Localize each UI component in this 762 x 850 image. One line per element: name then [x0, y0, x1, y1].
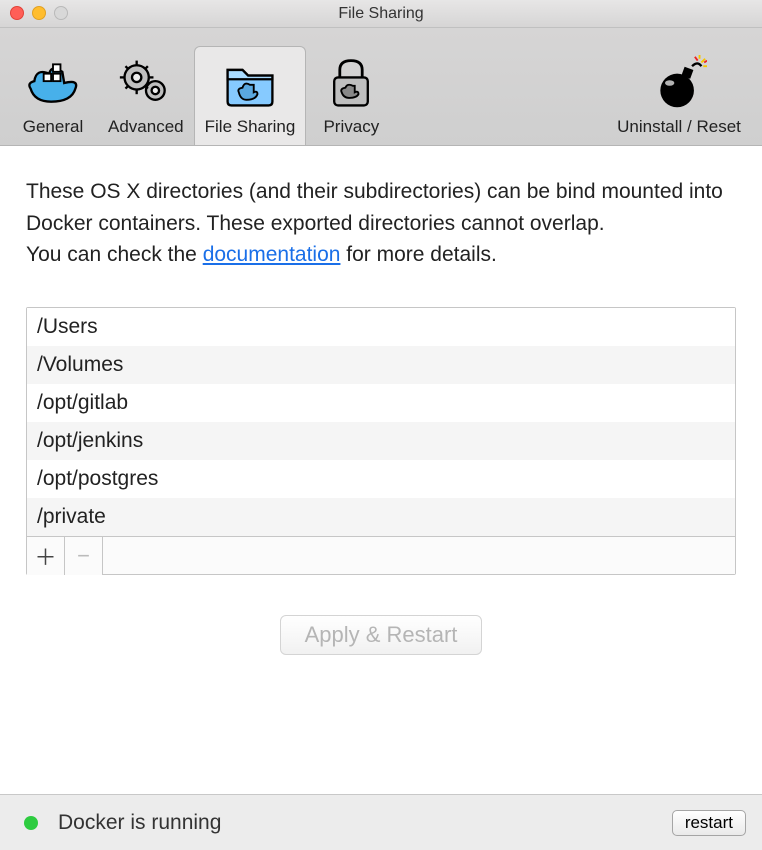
directory-row[interactable]: /opt/postgres [27, 460, 735, 498]
description-text: These OS X directories (and their subdir… [26, 176, 736, 271]
minimize-button[interactable] [32, 6, 46, 20]
status-bar: Docker is running restart [0, 794, 762, 850]
tab-label: Advanced [108, 117, 184, 137]
desc-p2a: You can check the [26, 243, 203, 266]
desc-p1: These OS X directories (and their subdir… [26, 180, 723, 235]
toolbar: General [0, 28, 762, 146]
whale-icon [23, 53, 83, 113]
status-text: Docker is running [58, 811, 672, 835]
tab-label: File Sharing [205, 117, 296, 137]
folder-icon [220, 53, 280, 113]
gears-icon [116, 53, 176, 113]
directory-row[interactable]: /private [27, 498, 735, 536]
lock-icon [321, 53, 381, 113]
tab-label: Uninstall / Reset [617, 117, 741, 137]
tab-uninstall[interactable]: Uninstall / Reset [604, 47, 754, 145]
bomb-icon [649, 53, 709, 113]
tab-privacy[interactable]: Privacy [306, 47, 396, 145]
close-button[interactable] [10, 6, 24, 20]
directory-row[interactable]: /Volumes [27, 346, 735, 384]
tab-label: Privacy [323, 117, 379, 137]
directory-row[interactable]: /Users [27, 308, 735, 346]
status-indicator-icon [24, 816, 38, 830]
tab-filesharing[interactable]: File Sharing [194, 46, 307, 145]
add-button[interactable]: ＋ [27, 537, 65, 575]
directory-row[interactable]: /opt/gitlab [27, 384, 735, 422]
list-button-bar: ＋ − [27, 536, 735, 574]
directory-row[interactable]: /opt/jenkins [27, 422, 735, 460]
tab-label: General [23, 117, 83, 137]
documentation-link[interactable]: documentation [203, 243, 341, 266]
tab-general[interactable]: General [8, 47, 98, 145]
desc-p2b: for more details. [340, 243, 496, 266]
traffic-lights [10, 6, 68, 20]
preferences-window: File Sharing General [0, 0, 762, 850]
button-bar-spacer [103, 537, 735, 574]
content-area: These OS X directories (and their subdir… [0, 146, 762, 794]
window-title: File Sharing [0, 5, 762, 23]
remove-button: − [65, 537, 103, 575]
apply-restart-button: Apply & Restart [280, 615, 483, 655]
tab-advanced[interactable]: Advanced [98, 47, 194, 145]
titlebar: File Sharing [0, 0, 762, 28]
restart-button[interactable]: restart [672, 810, 746, 836]
zoom-button [54, 6, 68, 20]
directories-list: /Users/Volumes/opt/gitlab/opt/jenkins/op… [26, 307, 736, 575]
